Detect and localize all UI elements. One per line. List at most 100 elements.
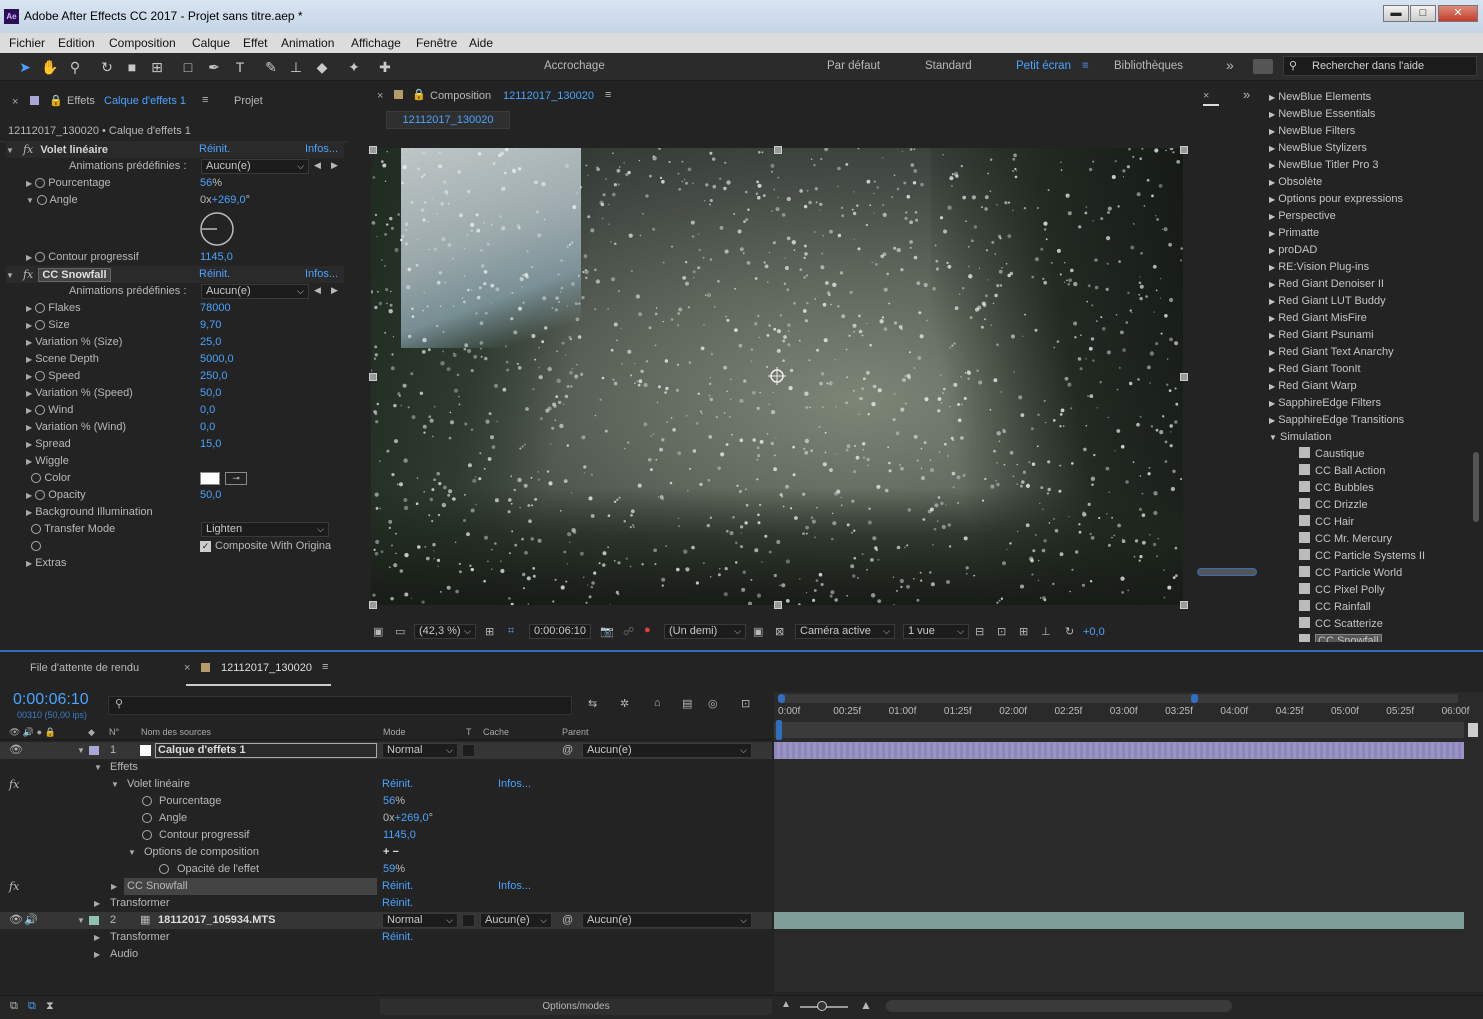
handle-mr[interactable]	[1180, 373, 1188, 381]
fx-icon[interactable]: fx	[9, 878, 19, 895]
layer1-bar[interactable]	[774, 742, 1464, 759]
mask-icon[interactable]: ⌗	[508, 625, 514, 638]
track-matte-checkbox[interactable]	[462, 744, 475, 757]
options-modes-toggle[interactable]: Options/modes	[380, 999, 772, 1015]
layer2-bar[interactable]	[774, 912, 1464, 929]
prop-value[interactable]: 0,0	[200, 419, 215, 436]
eyedropper-icon[interactable]: ⊸	[225, 472, 247, 485]
stopwatch-icon[interactable]	[35, 178, 46, 189]
shy-icon[interactable]: ⌂	[654, 697, 661, 709]
composite-checkbox[interactable]: ✓	[200, 541, 211, 552]
effect1-about[interactable]: Infos...	[305, 141, 338, 158]
fx-list-item[interactable]: CC Ball Action	[1299, 463, 1385, 480]
transparency-icon[interactable]: ⊠	[775, 625, 784, 638]
layer-row-1[interactable]: 👁 ▼ 1 Calque d'effets 1 Normal ⌵ @ Aucun(…	[0, 742, 772, 759]
fx-icon[interactable]: fx	[23, 268, 33, 281]
handle-bc[interactable]	[774, 601, 782, 609]
prop-value[interactable]: 250,0	[200, 368, 228, 385]
col-source-name[interactable]: Nom des sources	[141, 727, 211, 737]
workspace-menu-icon[interactable]: ≡	[1082, 60, 1089, 72]
workspace-standard[interactable]: Standard	[925, 60, 972, 72]
color-swatch[interactable]	[200, 472, 220, 485]
current-time[interactable]: 0:00:06:10	[13, 691, 89, 709]
fx-list-item[interactable]: ▶ SapphireEdge Filters	[1269, 395, 1381, 412]
preset-prev-icon[interactable]: ◀	[314, 285, 321, 296]
prop-value[interactable]: 59%	[383, 861, 405, 878]
channels-icon[interactable]: ●	[644, 624, 651, 636]
menu-effet[interactable]: Effet	[243, 36, 267, 50]
in-out-icon[interactable]: ⧗	[46, 1000, 54, 1013]
stopwatch-icon[interactable]	[31, 541, 42, 552]
fx-list-item[interactable]: CC Hair	[1299, 514, 1354, 531]
comp-tab-label[interactable]: Composition	[430, 90, 491, 102]
sync-icon[interactable]	[1253, 59, 1273, 74]
pan-behind-tool-icon[interactable]: ⊞	[147, 57, 167, 77]
effects-tab-layer[interactable]: Calque d'effets 1	[104, 95, 186, 107]
menu-animation[interactable]: Animation	[281, 36, 334, 50]
stopwatch-icon[interactable]	[35, 371, 46, 382]
layer-name[interactable]: 18112017_105934.MTS	[158, 912, 275, 929]
prop-value[interactable]: 5000,0	[200, 351, 234, 368]
workspace-small-screen[interactable]: Petit écran	[1016, 60, 1071, 72]
fx-list-item[interactable]: ▶ Perspective	[1269, 208, 1336, 225]
menu-edition[interactable]: Edition	[58, 36, 95, 50]
snowfall-reset[interactable]: Réinit.	[382, 878, 413, 895]
effect-snowfall[interactable]: CC Snowfall	[124, 878, 377, 895]
visibility-icon[interactable]: 👁	[9, 912, 23, 929]
prop-value[interactable]: 25,0	[200, 334, 221, 351]
zoom-tool-icon[interactable]: ⚲	[65, 57, 85, 77]
work-area-end[interactable]	[1191, 694, 1198, 703]
prop-value[interactable]: 0x+269,0°	[200, 192, 250, 209]
stopwatch-icon[interactable]	[35, 252, 46, 263]
transfer-controls-icon[interactable]: ⧉	[28, 1000, 36, 1013]
stopwatch-icon[interactable]	[36, 195, 47, 206]
fx-list-item[interactable]: CC Scatterize	[1299, 616, 1383, 633]
fx-icon[interactable]: fx	[23, 143, 33, 156]
stopwatch-icon[interactable]	[142, 796, 152, 806]
timeline-icon[interactable]: ⊞	[1019, 625, 1028, 638]
audio-icon[interactable]: 🔊	[24, 912, 38, 929]
extras-label[interactable]: Extras	[35, 557, 66, 569]
fx-list-item[interactable]: ▶ NewBlue Stylizers	[1269, 140, 1367, 157]
zoom-in-icon[interactable]: ▲	[860, 998, 872, 1012]
trkmat-dropdown[interactable]: Aucun(e) ⌵	[480, 913, 552, 928]
comp-tab-name[interactable]: 12112017_130020	[503, 90, 594, 102]
menu-calque[interactable]: Calque	[192, 36, 230, 50]
effect-volet[interactable]: Volet linéaire	[127, 776, 190, 793]
preview-icon[interactable]: ▣	[373, 625, 383, 638]
fx-list-item[interactable]: CC Pixel Polly	[1299, 582, 1385, 599]
effect1-name[interactable]: Volet linéaire	[40, 144, 108, 156]
frame-blending-icon[interactable]: ▤	[682, 697, 692, 710]
handle-tl[interactable]	[369, 146, 377, 154]
prop-value[interactable]: 56%	[200, 175, 222, 192]
lock-icon[interactable]: 🔒	[49, 94, 63, 107]
puppet-tool-icon[interactable]: ✚	[375, 57, 395, 77]
transform-reset[interactable]: Réinit.	[382, 929, 413, 946]
comp-options-add-remove[interactable]: + −	[383, 844, 399, 861]
comp-mini-flowchart-icon[interactable]: ⇆	[588, 697, 597, 710]
preset-dropdown[interactable]: Aucun(e) ⌵	[201, 284, 309, 299]
stopwatch-icon[interactable]	[31, 473, 42, 484]
fx-list-item[interactable]: CC Drizzle	[1299, 497, 1368, 514]
stopwatch-icon[interactable]	[35, 320, 46, 331]
mode-dropdown[interactable]: Normal ⌵	[382, 913, 458, 928]
panel-menu-icon[interactable]: ≡	[202, 94, 208, 106]
fx-list-item[interactable]: ▶ Red Giant Psunami	[1269, 327, 1374, 344]
work-area-bar[interactable]	[780, 694, 1458, 703]
pen-tool-icon[interactable]: ✒	[204, 57, 224, 77]
playhead-handle[interactable]	[776, 720, 782, 740]
prop-value[interactable]: 1145,0	[200, 249, 233, 266]
bg-illum-label[interactable]: Background Illumination	[35, 506, 152, 518]
rotate-tool-icon[interactable]: ↻	[97, 57, 117, 77]
stopwatch-icon[interactable]	[35, 303, 46, 314]
stopwatch-icon[interactable]	[159, 864, 169, 874]
handle-br[interactable]	[1180, 601, 1188, 609]
fx-list-item[interactable]: ▶ Red Giant Warp	[1269, 378, 1357, 395]
track-matte-checkbox[interactable]	[462, 914, 475, 927]
resolution-dropdown[interactable]: (Un demi) ⌵	[664, 624, 746, 639]
fx-list-item[interactable]: ▶ proDAD	[1269, 242, 1317, 259]
hand-tool-icon[interactable]: ✋	[40, 57, 60, 77]
effect2-about[interactable]: Infos...	[305, 266, 338, 283]
monitor-icon[interactable]: ▭	[395, 625, 405, 638]
angle-dial[interactable]	[199, 211, 235, 247]
